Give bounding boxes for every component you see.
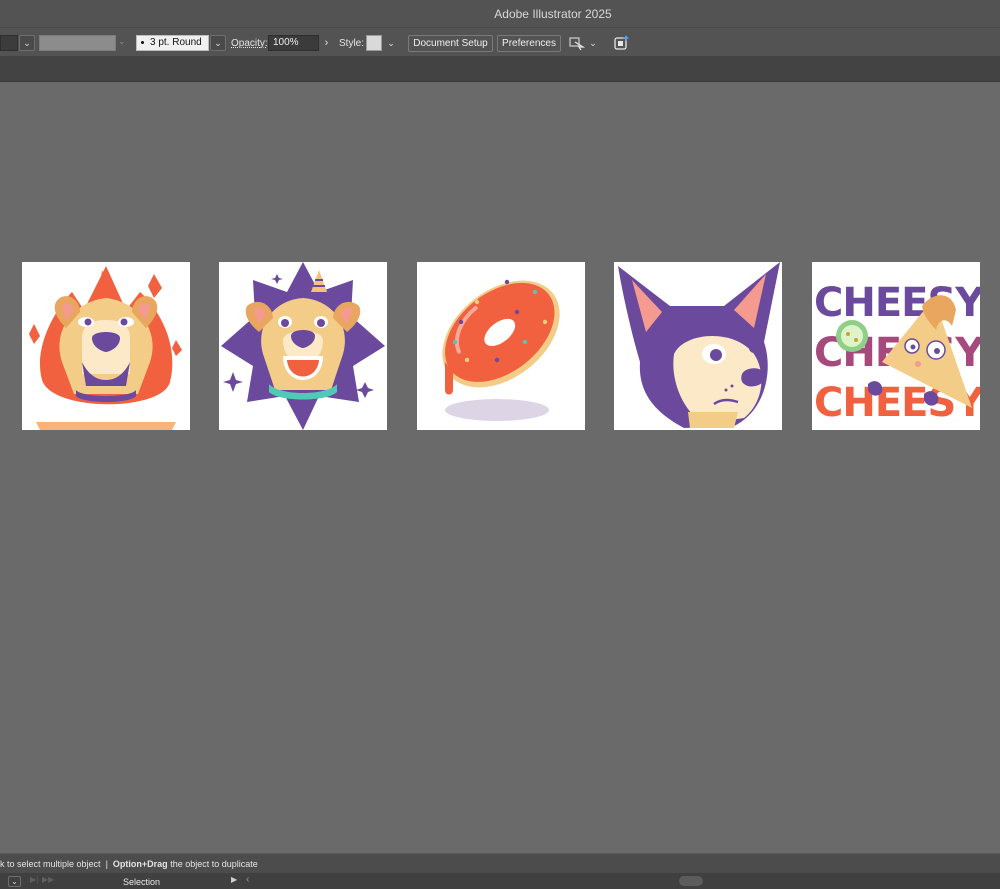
app-title: Adobe Illustrator 2025 bbox=[494, 7, 612, 21]
status-hint: k to select multiple object | Option+Dra… bbox=[0, 859, 258, 869]
brush-label: 3 pt. Round bbox=[150, 37, 202, 48]
style-swatch[interactable] bbox=[366, 35, 382, 51]
arrange-documents-icon[interactable] bbox=[569, 35, 586, 56]
brush-dot-icon bbox=[141, 40, 144, 44]
scroll-left-icon[interactable]: ‹ bbox=[246, 874, 249, 885]
party-dog-illustration bbox=[221, 262, 385, 430]
status-play-icon[interactable]: ▶ bbox=[231, 875, 237, 884]
current-tool-label[interactable]: Selection bbox=[123, 877, 160, 887]
preferences-button[interactable]: Preferences bbox=[497, 35, 561, 52]
stroke-swatch[interactable] bbox=[39, 35, 116, 51]
control-bar: ⌄ ⌄ 3 pt. Round ⌄ Opacity: 100% › Style:… bbox=[0, 28, 1000, 57]
cheesy-illustration: CHEESY CHEESY CHEESY bbox=[814, 280, 980, 426]
hint-text-2: the object to duplicate bbox=[170, 859, 258, 869]
arrange-dropdown-chevron-icon[interactable]: ⌄ bbox=[585, 35, 601, 51]
artboard-nav-dropdown-icon[interactable]: ⌄ bbox=[8, 876, 21, 887]
fill-dropdown-chevron-icon[interactable]: ⌄ bbox=[19, 35, 35, 51]
chihuahua-illustration bbox=[618, 262, 780, 428]
document-tab-bar bbox=[0, 57, 1000, 82]
opacity-arrow-icon[interactable]: › bbox=[320, 35, 333, 51]
stroke-dropdown-chevron-icon: ⌄ bbox=[118, 36, 126, 46]
fire-dog-illustration bbox=[29, 266, 182, 430]
status-hint-bar: k to select multiple object | Option+Dra… bbox=[0, 853, 1000, 873]
generative-ai-icon[interactable] bbox=[613, 34, 630, 56]
next-artboard-icon[interactable]: ▶| bbox=[30, 875, 38, 884]
opacity-input[interactable]: 100% bbox=[268, 35, 319, 51]
artboard-chihuahua[interactable] bbox=[614, 262, 782, 430]
style-label: Style: bbox=[339, 38, 365, 49]
artboard-donut[interactable] bbox=[417, 262, 585, 430]
donut-illustration bbox=[442, 279, 560, 421]
artboard-fire-dog[interactable] bbox=[22, 262, 190, 430]
bottom-status-bar: ⌄ ▶| ▶▶ Selection ▶ ‹ bbox=[0, 873, 1000, 889]
artboard-party-dog[interactable] bbox=[219, 262, 387, 430]
title-bar: Adobe Illustrator 2025 bbox=[0, 0, 1000, 28]
opacity-label[interactable]: Opacity: bbox=[231, 38, 268, 49]
artboard-cheesy-nachos[interactable]: CHEESY CHEESY CHEESY bbox=[812, 262, 980, 430]
horizontal-scrollbar-thumb[interactable] bbox=[679, 876, 703, 886]
brush-dropdown-chevron-icon[interactable]: ⌄ bbox=[210, 35, 226, 51]
fill-selector[interactable] bbox=[0, 35, 18, 51]
hint-separator: | bbox=[105, 859, 108, 869]
hint-text-1: k to select multiple object bbox=[0, 859, 101, 869]
cheesy-word-1: CHEESY bbox=[814, 280, 980, 326]
last-artboard-icon[interactable]: ▶▶ bbox=[42, 875, 54, 884]
document-setup-button[interactable]: Document Setup bbox=[408, 35, 493, 52]
style-dropdown-chevron-icon[interactable]: ⌄ bbox=[383, 35, 399, 51]
hint-bold: Option+Drag bbox=[112, 859, 168, 869]
brush-definition-field[interactable]: 3 pt. Round bbox=[136, 35, 209, 51]
